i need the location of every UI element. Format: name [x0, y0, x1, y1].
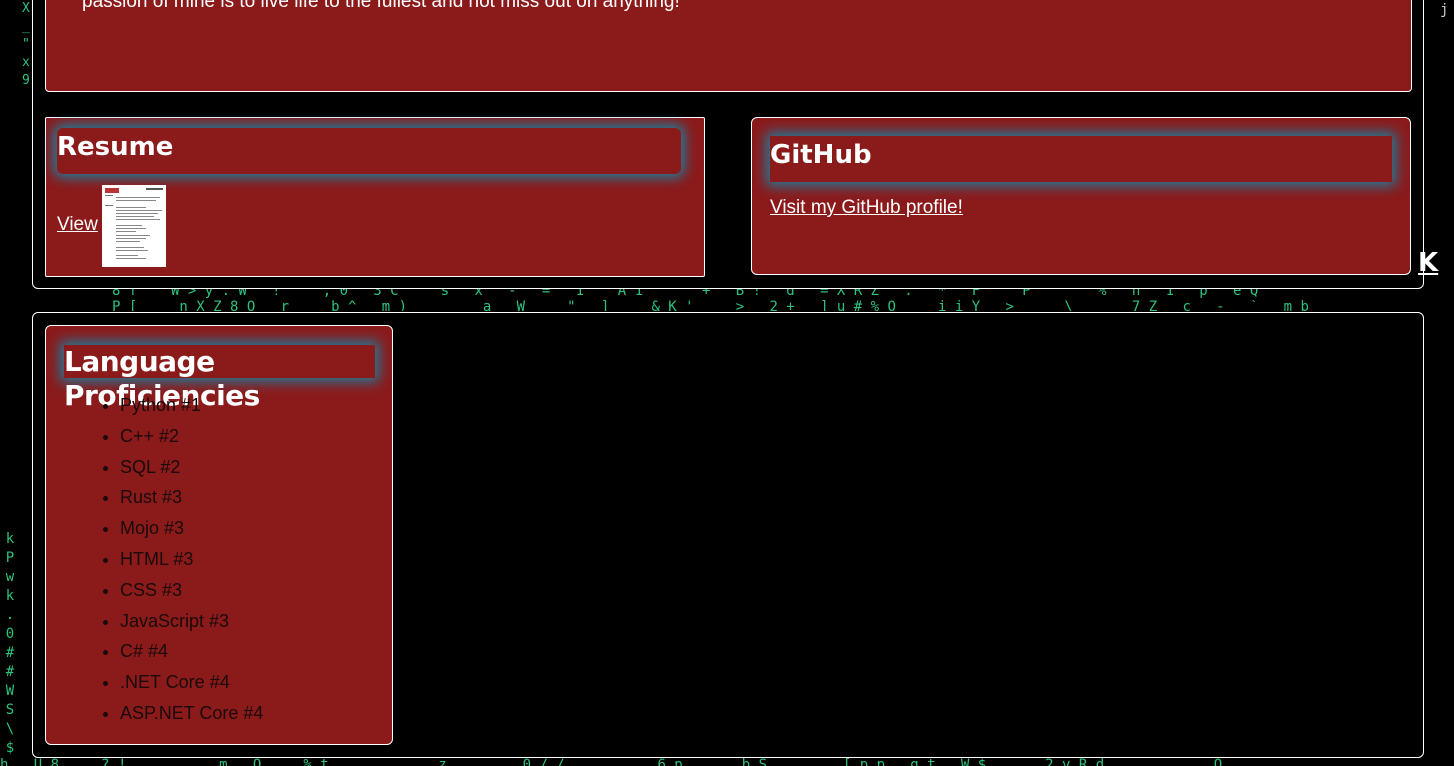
matrix-char-far-right: j	[1440, 2, 1449, 18]
list-item: C# #4	[120, 636, 263, 667]
matrix-rain-row-2: P [ n X Z 8 O r b ^ m ) a W " ] & K ' > …	[112, 300, 1309, 311]
language-list: Python #1 C++ #2 SQL #2 Rust #3 Mojo #3 …	[102, 390, 263, 729]
resume-view-link[interactable]: View	[57, 214, 98, 236]
github-card: GitHub Visit my GitHub profile!	[751, 117, 1411, 275]
about-text: passion of mine is to live life to the f…	[82, 0, 680, 12]
language-proficiencies-card: Language Proficiencies Python #1 C++ #2 …	[45, 325, 393, 745]
list-item: CSS #3	[120, 575, 263, 606]
matrix-rain-left-column: k P w k . 0 # # W S \ $	[5, 531, 15, 756]
github-profile-link[interactable]: Visit my GitHub profile!	[770, 197, 963, 219]
resume-title: Resume	[57, 128, 681, 174]
resume-thumbnail-icon[interactable]	[102, 185, 166, 267]
list-item: Python #1	[120, 390, 263, 421]
matrix-rain-row-3: h U 8 ? ! m Q % t z 0 / / 6 p b S [ p p …	[0, 758, 1223, 766]
list-item: Mojo #3	[120, 513, 263, 544]
resume-card: Resume View	[45, 117, 705, 277]
github-title: GitHub	[770, 136, 1392, 182]
list-item: ASP.NET Core #4	[120, 698, 263, 729]
list-item: JavaScript #3	[120, 606, 263, 637]
language-proficiencies-title: Language Proficiencies	[64, 345, 375, 412]
list-item: C++ #2	[120, 421, 263, 452]
list-item: HTML #3	[120, 544, 263, 575]
list-item: Rust #3	[120, 482, 263, 513]
matrix-char-right-edge: K	[1418, 248, 1439, 278]
list-item: SQL #2	[120, 452, 263, 483]
list-item: .NET Core #4	[120, 667, 263, 698]
about-card: passion of mine is to live life to the f…	[45, 0, 1412, 92]
